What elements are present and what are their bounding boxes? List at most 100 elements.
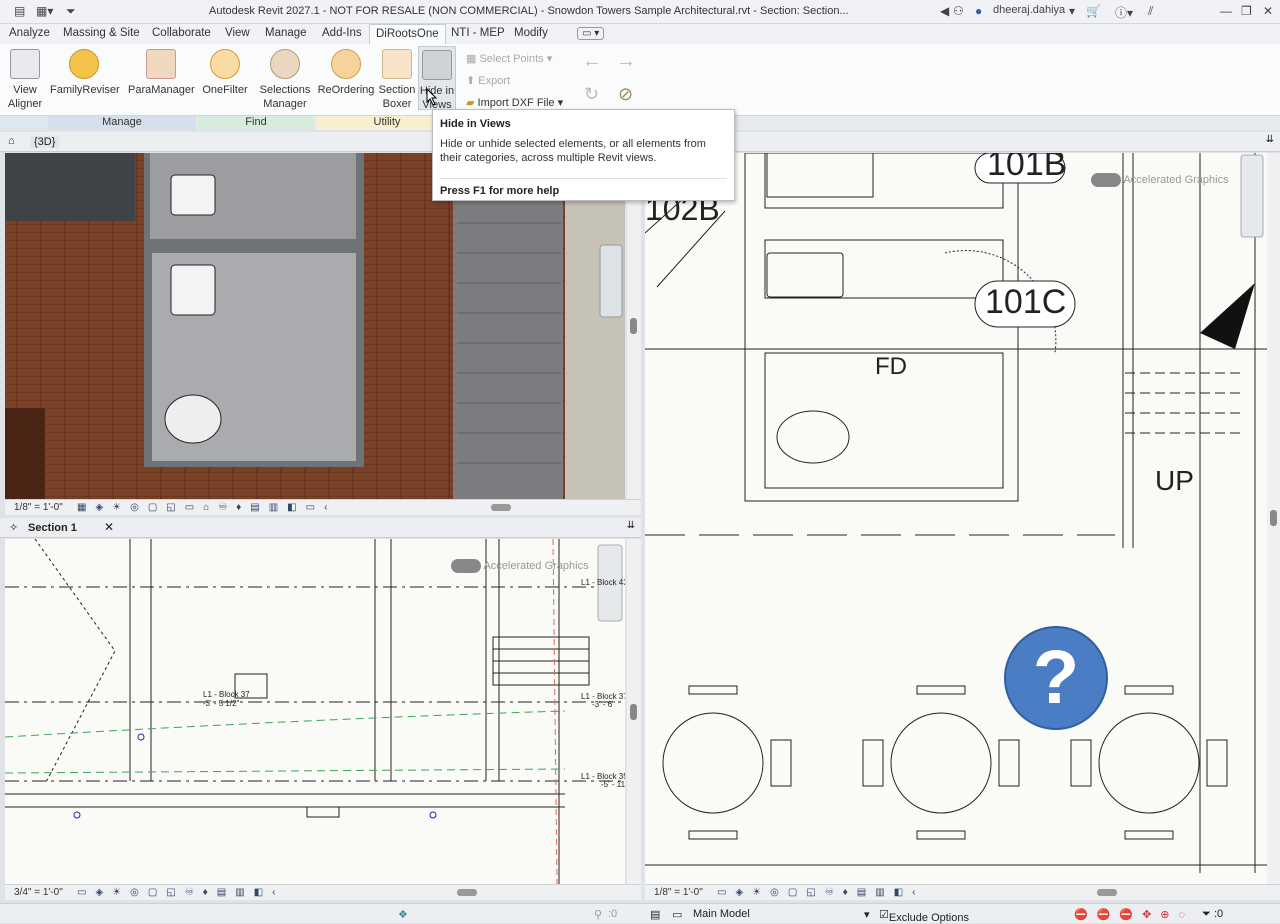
user-icon[interactable]: ● [975,4,982,18]
elevation-value: -3' - 6" [592,700,616,709]
worksets-icon[interactable]: ❖ [398,908,408,921]
scroll-thumb[interactable] [630,704,637,720]
accel-graphics-toggle-section[interactable]: Accelerated Graphics [451,559,589,573]
tab-nti-mep[interactable]: NTI - MEP [451,27,505,39]
active-model[interactable]: Main Model [693,908,750,920]
view-plan-canvas[interactable]: 101B 102B 101C FD UP Accelerated Graphic… [645,153,1267,884]
reordering-icon [331,49,361,79]
level-tag: L1 - Block 37 [203,690,250,699]
view-aligner-icon [10,49,40,79]
familyreviser-icon [69,49,99,79]
paramanager-button[interactable]: ParaManager [128,46,195,97]
import-dxf-icon: ▰ [466,97,475,109]
tab-collaborate[interactable]: Collaborate [152,27,211,39]
model-icon[interactable]: ▭ [672,908,682,921]
scroll-thumb[interactable] [1270,510,1277,526]
view-controls-icon[interactable]: ▦◈☀◎▢◱▭⌂♾♦▤▥◧▭‹ [77,502,336,513]
view-section-scrollbar[interactable] [627,539,641,884]
minimize-icon[interactable]: — [1220,4,1232,18]
tab-massing-site[interactable]: Massing & Site [63,27,140,39]
3d-floor-render [5,153,625,499]
quick-access-icon[interactable]: ▤ [14,4,25,18]
scale-section[interactable]: 3/4" = 1'-0" [14,887,63,898]
user-name[interactable]: dheeraj.dahiya [993,4,1065,16]
accel-graphics-toggle-plan[interactable]: Accelerated Graphics [1091,173,1229,187]
hide-in-views-icon [422,50,452,80]
scroll-thumb[interactable] [630,318,637,334]
level-tag: L1 - Block 43 [581,578,625,587]
help-icon[interactable]: ⓘ▾ [1115,4,1133,21]
user-menu-chevron-icon[interactable]: ▾ [1069,4,1075,18]
view-3d-canvas[interactable] [5,153,625,499]
redo-arrow-icon[interactable]: → [616,50,636,73]
export-button[interactable]: ⬆ Export [466,74,510,87]
hscroll-thumb[interactable] [457,889,477,896]
hide-toggle-icon[interactable]: ⊘ [618,84,633,105]
view-controls-icon[interactable]: ▭◈☀◎▢◱♾♦▤▥◧‹ [77,887,284,898]
close-window-icon[interactable]: ✕ [1263,4,1273,18]
filter-icon[interactable]: ⏷ [1202,908,1211,921]
familyreviser-button[interactable]: FamilyReviser [50,46,120,97]
status-bar: ❖ ⚲ :0 ▤ ▭ Main Model ▾ ☑ Exclude Option… [0,903,1280,924]
onefilter-button[interactable]: OneFilter [200,46,250,97]
hscroll-thumb[interactable] [1097,889,1117,896]
close-section-tab-icon[interactable]: ✕ [104,520,114,534]
selections-manager-icon [270,49,300,79]
tab-add-ins[interactable]: Add-Ins [322,27,362,39]
elevation-value: -5' - 11" [601,780,625,789]
open-icon[interactable]: ▦▾ [36,4,53,18]
section-boxer-icon [382,49,412,79]
ribbon-tabs: Analyze Massing & Site Collaborate View … [0,24,1280,44]
scale-plan[interactable]: 1/8" = 1'-0" [654,887,703,898]
reordering-button[interactable]: ReOrdering [316,46,376,97]
view-aligner-button[interactable]: View Aligner [4,46,46,111]
view-tab-3d[interactable]: {3D} [30,136,60,148]
signal-icon[interactable]: ⫽ [1148,4,1153,19]
cart-icon[interactable]: 🛒 [1086,4,1101,18]
selection-filter-icons[interactable]: ⛔⛔⛔✥⊕◌ [1074,908,1194,921]
mouse-cursor-icon [426,88,438,106]
undo-arrow-icon[interactable]: ← [582,50,602,73]
tab-analyze[interactable]: Analyze [9,27,50,39]
ribbon-panel: View Aligner FamilyReviser ParaManager O… [0,44,1280,116]
scale-3d[interactable]: 1/8" = 1'-0" [14,502,63,513]
search-prev-icon[interactable]: ◀ [940,4,949,18]
home-icon[interactable]: ⌂ [8,135,15,147]
help-overlay-icon[interactable]: ? [1004,626,1108,730]
tab-modify[interactable]: Modify [514,27,548,39]
view-tab-section[interactable]: Section 1 [28,522,77,534]
tooltip-body: Hide or unhide selected elements, or all… [440,138,706,164]
section-tab-menu-icon[interactable]: ⇊ [627,520,635,531]
refresh-icon[interactable]: ↻ [584,84,599,105]
view-controls-icon[interactable]: ▭◈☀◎▢◱♾♦▤▥◧‹ [717,887,924,898]
model-dropdown-icon[interactable]: ▾ [864,908,870,921]
binoculars-icon[interactable]: ⚇ [953,4,964,18]
workset-icon[interactable]: ▤ [650,908,660,921]
view-section-canvas[interactable]: Accelerated Graphics L1 - Block 43 L1 - … [5,539,625,884]
tab-menu-icon[interactable]: ⇊ [1266,134,1274,145]
selections-manager-button[interactable]: Selections Manager [256,46,314,111]
view-plan-scrollbar[interactable] [1267,153,1280,884]
design-options-icon[interactable]: ⚲ [594,908,602,921]
window-title: Autodesk Revit 2027.1 - NOT FOR RESALE (… [209,5,849,17]
tooltip-footer: Press F1 for more help [440,178,727,197]
tab-dirootsone[interactable]: DiRootsOne [369,24,446,44]
floor-plan-drawing [645,153,1267,873]
section-drawing [5,539,625,884]
view-3d-control-bar: 1/8" = 1'-0" ▦◈☀◎▢◱▭⌂♾♦▤▥◧▭‹ [5,499,641,515]
import-dxf-button[interactable]: ▰ Import DXF File ▾ [466,96,563,109]
panel-toggle-icon[interactable]: ▭ ▾ [577,27,605,40]
stair-up-label: UP [1155,465,1194,496]
exclude-options-checkbox[interactable]: ☑ Exclude Options [879,908,969,924]
customize-qat-icon[interactable]: ⏷ [66,4,76,19]
tab-manage[interactable]: Manage [265,27,307,39]
restore-icon[interactable]: ❐ [1241,4,1252,18]
filter-count: :0 [1214,908,1224,920]
select-points-button[interactable]: ▦ Select Points ▾ [466,52,552,65]
hscroll-thumb[interactable] [491,504,511,511]
tooltip: Hide in Views Hide or unhide selected el… [432,109,735,201]
room-tag-101c: 101C [985,283,1067,321]
section-boxer-button[interactable]: Section Boxer [376,46,418,111]
tab-view[interactable]: View [225,27,250,39]
view-3d-scrollbar[interactable] [627,153,641,499]
